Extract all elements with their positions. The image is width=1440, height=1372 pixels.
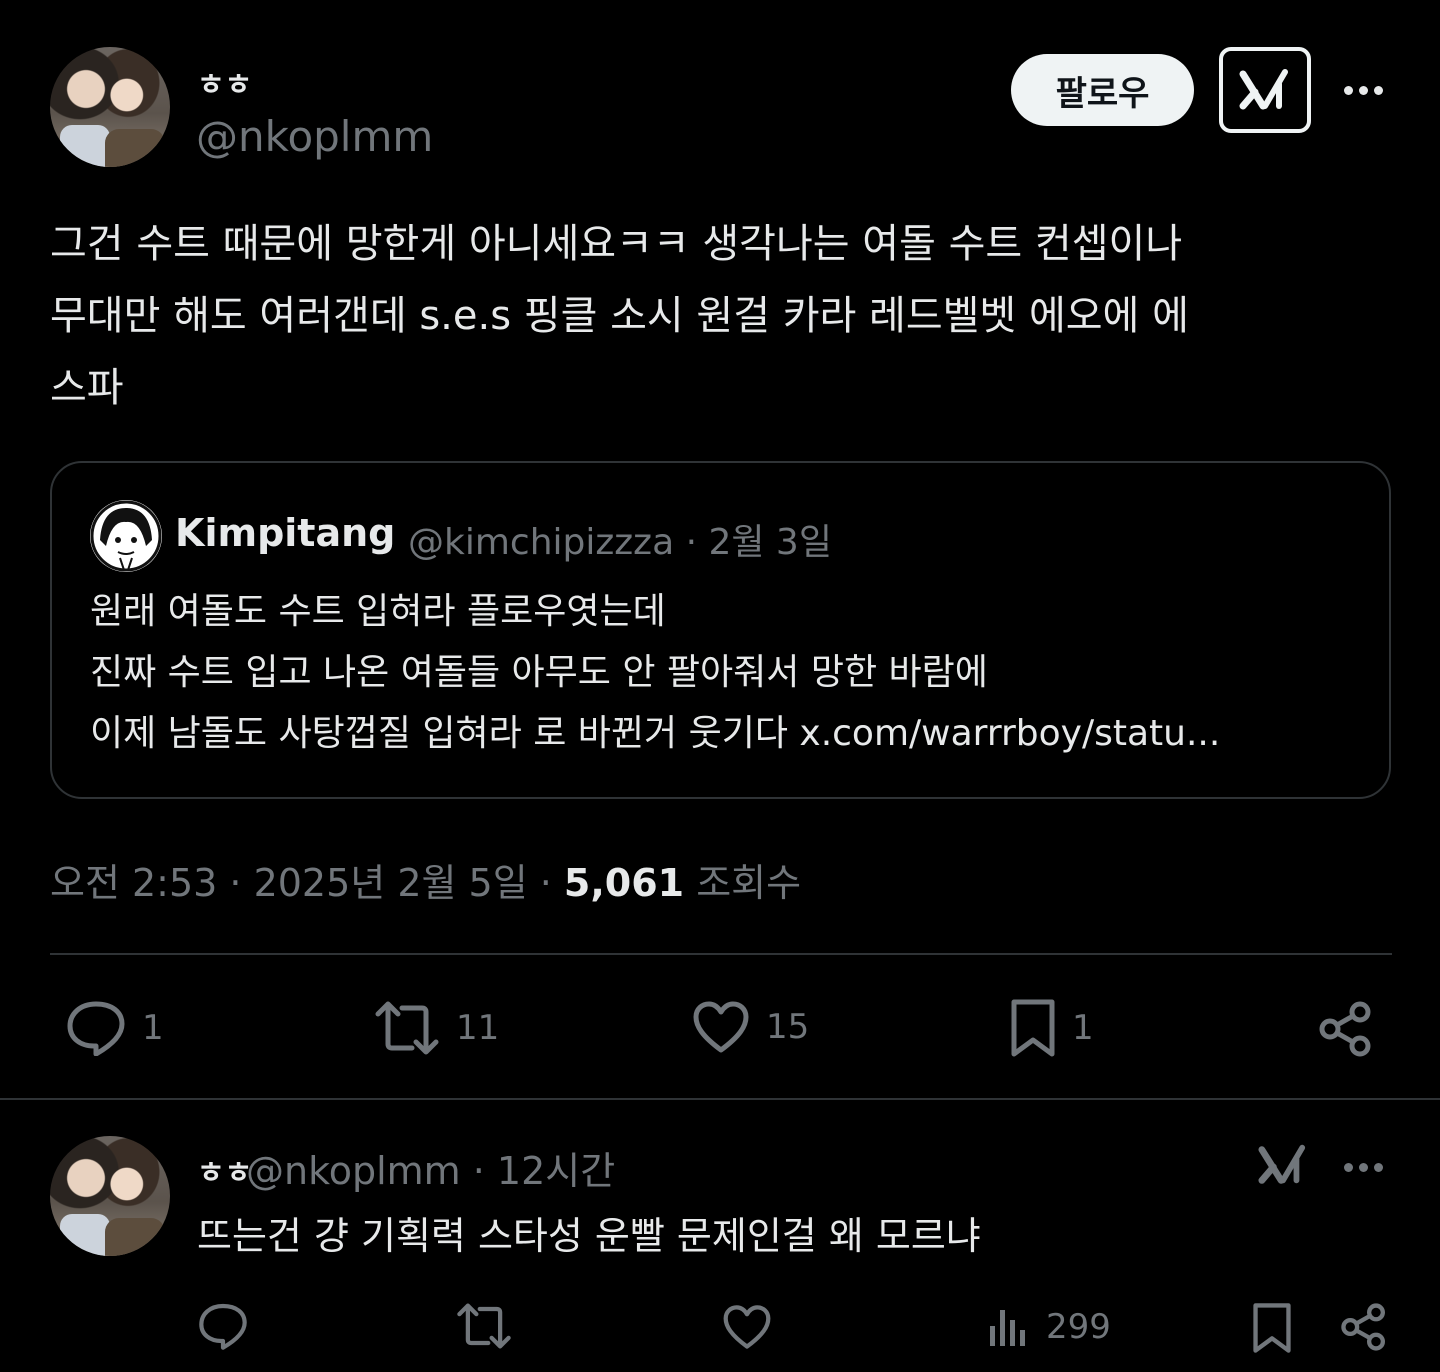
quoted-author-avatar	[90, 500, 162, 572]
retweet-count: 11	[456, 1008, 500, 1048]
quoted-author-meta: @kimchipizzza · 2월 3일	[408, 522, 832, 563]
reply-reply-button[interactable]	[198, 1302, 248, 1350]
reply-author-name[interactable]: ㅎㅎ	[197, 1148, 252, 1192]
retweet-icon	[375, 1001, 439, 1055]
quoted-line: 원래 여돌도 수트 입혀라 플로우엿는데	[90, 591, 666, 632]
reply-count: 1	[142, 1008, 164, 1048]
reply-icon	[199, 1303, 247, 1350]
reply-text: 뜨는건 걍 기획력 스타성 운빨 문제인걸 왜 모르냐	[197, 1214, 981, 1258]
reply-button[interactable]: 1	[66, 1000, 164, 1056]
quoted-author-name[interactable]: Kimpitang	[175, 511, 395, 555]
author-handle[interactable]: @nkoplmm	[196, 112, 433, 161]
divider	[50, 953, 1392, 955]
quoted-line: 진짜 수트 입고 나온 여돌들 아무도 안 팔아줘서 망한 바람에	[90, 652, 988, 693]
views-label: 조회수	[684, 861, 802, 905]
reply-views-button[interactable]: 299	[988, 1306, 1111, 1348]
retweet-icon	[457, 1303, 511, 1349]
share-icon	[1319, 1001, 1371, 1057]
bookmark-button[interactable]: 1	[1010, 998, 1094, 1058]
author-display-name[interactable]: ㅎㅎ	[197, 60, 252, 104]
analytics-icon	[990, 1310, 1025, 1346]
quoted-tweet-text: 원래 여돌도 수트 입혀라 플로우엿는데 진짜 수트 입고 나온 여돌들 아무도…	[90, 581, 1360, 764]
divider	[0, 1098, 1440, 1100]
share-button[interactable]	[1318, 1000, 1374, 1058]
retweet-button[interactable]: 11	[374, 1000, 499, 1056]
timestamp-text: 오전 2:53 · 2025년 2월 5일 ·	[50, 861, 564, 905]
bookmark-icon	[1253, 1303, 1291, 1353]
bookmark-icon	[1011, 999, 1055, 1057]
reply-like-button[interactable]	[722, 1304, 772, 1350]
quoted-line: 이제 남돌도 사탕껍질 입혀라 로 바뀐거 웃기다 x.com/warrrboy…	[90, 713, 1221, 754]
grok-icon	[1239, 69, 1288, 110]
like-button[interactable]: 15	[692, 1000, 809, 1054]
grok-icon	[1258, 1144, 1306, 1184]
follow-button[interactable]: 팔로우	[1011, 54, 1194, 126]
reply-author-meta[interactable]: @nkoplmm · 12시간	[246, 1140, 615, 1195]
reply-icon	[67, 1001, 125, 1056]
quoted-tweet[interactable]: Kimpitang @kimchipizzza · 2월 3일 원래 여돌도 수…	[50, 461, 1391, 799]
author-avatar[interactable]	[50, 47, 170, 167]
reply-grok-button[interactable]	[1258, 1140, 1308, 1194]
reply-share-button[interactable]	[1340, 1302, 1388, 1352]
heart-icon	[693, 1001, 749, 1053]
tweet-timestamp[interactable]: 오전 2:53 · 2025년 2월 5일 · 5,061 조회수	[50, 852, 801, 907]
grok-button[interactable]	[1219, 47, 1311, 133]
tweet-text: 그건 수트 때문에 망한게 아니세요ㅋㅋ 생각나는 여돌 수트 컨셉이나 무대만…	[50, 221, 1189, 411]
reply-author-avatar[interactable]	[50, 1136, 170, 1256]
heart-icon	[723, 1305, 771, 1349]
share-icon	[1341, 1303, 1385, 1351]
views-count: 5,061	[563, 861, 685, 905]
bookmark-count: 1	[1072, 1008, 1094, 1048]
reply-bookmark-button[interactable]	[1252, 1302, 1292, 1354]
like-count: 15	[766, 1007, 810, 1047]
reply-retweet-button[interactable]	[456, 1302, 512, 1350]
reply-more-options-icon[interactable]	[1344, 1163, 1383, 1172]
reply-views-count: 299	[1046, 1307, 1111, 1347]
more-options-icon[interactable]	[1344, 86, 1383, 95]
